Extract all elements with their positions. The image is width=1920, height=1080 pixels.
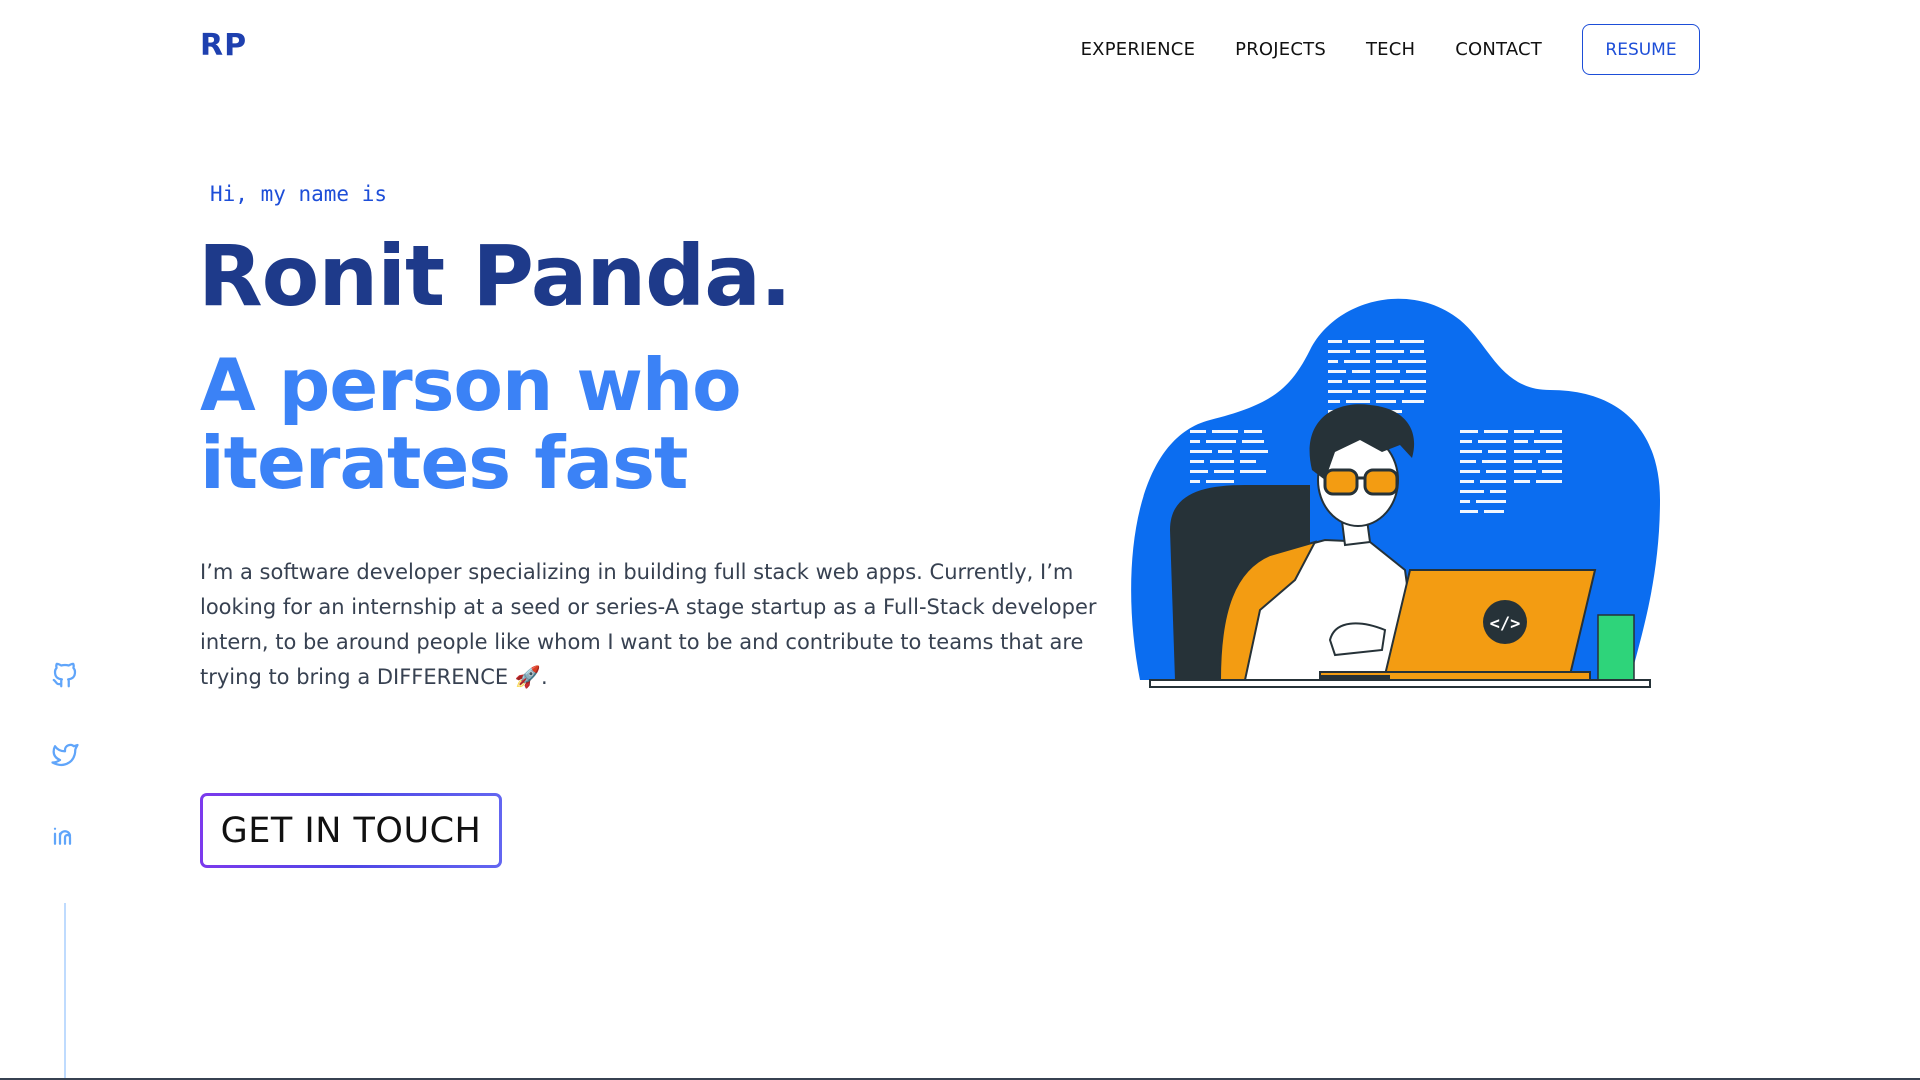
nav-experience[interactable]: EXPERIENCE <box>1081 39 1196 60</box>
green-cup <box>1597 614 1635 681</box>
get-in-touch-button[interactable]: GET IN TOUCH <box>200 793 502 868</box>
hero-bio: I’m a software developer specializing in… <box>200 560 1097 689</box>
nav-projects[interactable]: PROJECTS <box>1235 39 1326 60</box>
nav-tech[interactable]: TECH <box>1366 39 1415 60</box>
portfolio-page: RP EXPERIENCE PROJECTS TECH CONTACT RESU… <box>0 0 1920 1080</box>
logo[interactable]: RP <box>200 28 247 63</box>
github-icon[interactable] <box>48 658 82 692</box>
hero-name: Ronit Panda. <box>198 227 792 325</box>
main-nav: EXPERIENCE PROJECTS TECH CONTACT RESUME <box>1081 24 1700 75</box>
resume-button[interactable]: RESUME <box>1582 24 1700 75</box>
laptop-code-label: </> <box>1490 614 1521 634</box>
twitter-icon[interactable] <box>48 738 82 772</box>
hero-tagline: A person who iterates fast <box>200 343 742 505</box>
desk <box>1149 679 1651 688</box>
nav-contact[interactable]: CONTACT <box>1455 39 1542 60</box>
social-divider-line <box>64 903 66 1080</box>
hero-greeting: Hi, my name is <box>210 182 388 206</box>
developer-illustration: </> <box>1131 298 1660 688</box>
linkedin-icon[interactable] <box>48 818 82 852</box>
